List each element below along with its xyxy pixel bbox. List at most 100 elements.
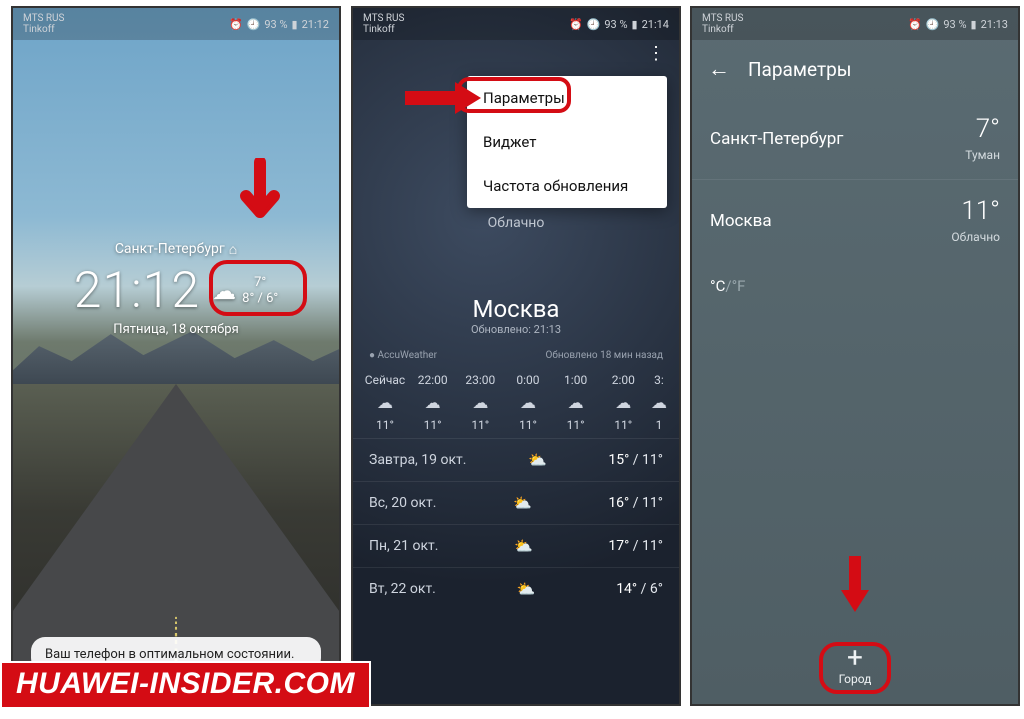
day-hi: 15° <box>608 452 629 468</box>
day-row: Завтра, 19 окт.⛅15° / 11° <box>353 438 679 481</box>
hour-label: 22:00 <box>411 373 455 387</box>
battery-label: 93 % <box>604 18 627 31</box>
battery-label: 93 % <box>943 18 966 31</box>
source-name: ● AccuWeather <box>369 350 437 361</box>
hour-temp: 11° <box>554 418 598 432</box>
battery-icon: ▮ <box>971 18 977 31</box>
daily-list[interactable]: Завтра, 19 окт.⛅15° / 11° Вс, 20 окт. ⛅ 16… <box>353 438 679 610</box>
day-label: Завтра, 19 окт. <box>369 452 466 468</box>
menu-item-update-freq[interactable]: Частота обновления <box>467 164 667 208</box>
source-text: AccuWeather <box>378 350 437 361</box>
day-hi: 14° <box>616 581 637 597</box>
battery-label: 93 % <box>264 18 287 31</box>
cloud-icon: ☁ <box>506 393 550 412</box>
hour-temp: 1 <box>649 418 669 432</box>
cloud-icon: ☁ <box>649 393 669 412</box>
status-bar: MTS RUS Tinkoff ⏰ 🕘 93 % ▮ 21:13 <box>692 8 1018 40</box>
hour-col: 22:00 ☁ 11° <box>411 373 455 432</box>
hour-temp: 11° <box>506 418 550 432</box>
source-row: ● AccuWeather Обновлено 18 мин назад <box>353 336 679 367</box>
hour-label: 0:00 <box>506 373 550 387</box>
alarm-icon: ⏰ <box>569 18 583 31</box>
widget-city: Санкт-Петербург ⌂ <box>115 241 237 258</box>
home-icon: ⌂ <box>229 241 237 258</box>
city-temp: 7° <box>976 114 1000 144</box>
unit-f: °F <box>732 277 746 295</box>
hour-col: 1:00 ☁ 11° <box>554 373 598 432</box>
watermark: HUAWEI-INSIDER.COM <box>0 661 371 709</box>
hourly-row[interactable]: Сейчас☁11° 22:00☁11° 23:00☁11° 0:00☁11° … <box>353 367 679 438</box>
source-updated: Обновлено 18 мин назад <box>546 350 663 361</box>
day-row: Вт, 22 окт.⛅14° / 6° <box>353 567 679 610</box>
city-name: Санкт-Петербург <box>710 129 843 149</box>
hour-label: Сейчас <box>363 373 407 387</box>
carrier-label: MTS RUS <box>23 13 64 24</box>
city-name: Москва <box>710 211 772 231</box>
status-bar: MTS RUS Tinkoff ⏰ 🕘 93 % ▮ 21:14 <box>353 8 679 40</box>
hour-label: 1:00 <box>554 373 598 387</box>
city-cond: Облачно <box>951 230 1000 244</box>
screenshot-settings: MTS RUS Tinkoff ⏰ 🕘 93 % ▮ 21:13 ← Парам… <box>690 6 1020 706</box>
hour-col: 2:00 ☁ 11° <box>601 373 645 432</box>
day-lo: 11° <box>642 538 663 554</box>
hour-col: 0:00 ☁ 11° <box>506 373 550 432</box>
annotation-ring-addcity <box>819 642 891 694</box>
hour-temp: 11° <box>411 418 455 432</box>
partly-sunny-icon: ⛅ <box>513 494 532 512</box>
screenshot-weather-app: MTS RUS Tinkoff ⏰ 🕘 93 % ▮ 21:14 ⋮ Парам… <box>351 6 681 706</box>
kebab-menu-icon[interactable]: ⋮ <box>647 52 665 56</box>
hour-label: 2:00 <box>601 373 645 387</box>
clock-icon: 🕘 <box>247 18 261 31</box>
city-cond: Туман <box>965 148 1000 162</box>
hour-temp: 11° <box>363 418 407 432</box>
cloud-icon: ☁ <box>554 393 598 412</box>
unit-c: °C <box>710 277 725 295</box>
updated-label: Обновлено: 21:13 <box>353 323 679 336</box>
city-header: Москва Обновлено: 21:13 <box>353 295 679 336</box>
widget-clock: 21:12 <box>74 262 200 320</box>
status-time: 21:13 <box>981 18 1008 31</box>
back-icon[interactable]: ← <box>708 56 730 82</box>
hour-label: 3: <box>649 373 669 387</box>
menu-item-widget[interactable]: Виджет <box>467 120 667 164</box>
alarm-icon: ⏰ <box>229 18 243 31</box>
hour-temp: 11° <box>601 418 645 432</box>
city-row[interactable]: Москва 11° Облачно <box>692 179 1018 261</box>
clock-icon: 🕘 <box>587 18 601 31</box>
hour-col: Сейчас ☁ 11° <box>363 373 407 432</box>
day-label: Вс, 20 окт. <box>369 495 436 511</box>
page-title: Параметры <box>748 58 852 81</box>
day-hi: 16° <box>608 495 629 511</box>
bank-label: Tinkoff <box>23 24 64 35</box>
hour-col: 3: ☁ 1 <box>649 373 669 432</box>
day-label: Пн, 21 окт. <box>369 538 438 554</box>
toast-text: Ваш телефон в оптимальном состоянии. <box>45 647 294 662</box>
day-lo: 6° <box>650 581 663 597</box>
annotation-arrow-down <box>837 552 873 618</box>
unit-toggle[interactable]: °C/°F <box>692 261 1018 311</box>
alarm-icon: ⏰ <box>908 18 922 31</box>
hour-temp: 11° <box>458 418 502 432</box>
annotation-arrow-right <box>401 80 483 116</box>
status-time: 21:12 <box>302 18 329 31</box>
city-row[interactable]: Санкт-Петербург 7° Туман <box>692 98 1018 179</box>
cloud-icon: ☁ <box>411 393 455 412</box>
widget-city-name: Санкт-Петербург <box>115 241 225 257</box>
cloud-icon: ☁ <box>363 393 407 412</box>
day-row: Пн, 21 окт.⛅17° / 11° <box>353 524 679 567</box>
partly-sunny-icon: ⛅ <box>517 580 536 598</box>
carrier-label: MTS RUS <box>363 13 404 24</box>
app-bar: ← Параметры <box>692 40 1018 98</box>
status-time: 21:14 <box>642 18 669 31</box>
city-temp: 11° <box>961 196 1000 226</box>
battery-icon: ▮ <box>632 18 638 31</box>
clock-icon: 🕘 <box>926 18 940 31</box>
cloud-icon: ☁ <box>458 393 502 412</box>
partly-sunny-icon: ⛅ <box>514 537 533 555</box>
annotation-ring-weather <box>209 260 307 316</box>
cloud-icon: ☁ <box>601 393 645 412</box>
carrier-label: MTS RUS <box>702 13 743 24</box>
annotation-arrow-down <box>238 158 282 238</box>
day-hi: 17° <box>608 538 629 554</box>
day-row: Вс, 20 окт.⛅16° / 11° <box>353 481 679 524</box>
